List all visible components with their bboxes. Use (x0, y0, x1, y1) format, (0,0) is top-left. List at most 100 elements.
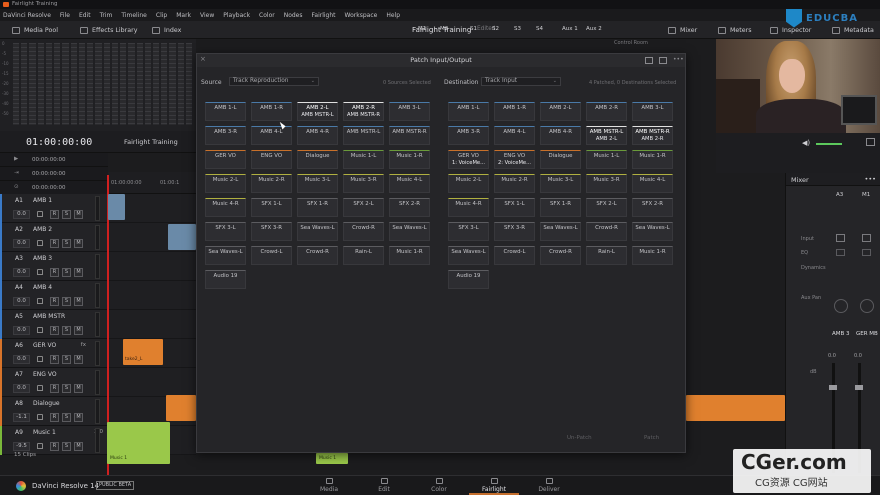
effects-library-button[interactable]: Effects Library (80, 25, 137, 35)
audio-clip[interactable] (168, 224, 196, 250)
track-header[interactable]: A1 AMB 1 0.0 R S M (0, 194, 108, 223)
lock-icon[interactable] (37, 269, 43, 275)
patch-button[interactable]: AMB 1-L (448, 102, 489, 121)
more-options-icon[interactable]: ••• (673, 56, 684, 63)
mixer-pan-knob[interactable] (860, 299, 874, 313)
patch-button[interactable]: Sea Waves-L (448, 246, 489, 265)
mute-button[interactable]: M (74, 239, 83, 248)
patch-button[interactable]: SFX 2-R (389, 198, 430, 217)
patch-button[interactable]: Music 2-L (448, 174, 489, 193)
record-arm-button[interactable]: R (50, 413, 59, 422)
track-lane[interactable] (108, 368, 196, 397)
track-volume-field[interactable]: -1.1 (13, 413, 30, 422)
track-header[interactable]: A6 GER VO fx 0.0 R S M (0, 339, 108, 368)
track-header[interactable]: A8 Dialogue -1.1 R S M (0, 397, 108, 426)
bus-button[interactable]: Aux 2 (586, 26, 602, 32)
patch-button[interactable]: Music 1-R (389, 150, 430, 169)
track-header[interactable]: A9Music 12.0-9.5RSM (0, 426, 108, 455)
record-arm-button[interactable]: R (50, 442, 59, 451)
track-name[interactable]: AMB 1 (33, 197, 52, 204)
menu-item[interactable]: File (60, 12, 70, 19)
patch-button[interactable]: Music 1-R (632, 150, 673, 169)
solo-button[interactable]: S (62, 268, 71, 277)
speaker-icon[interactable]: ◀) (802, 139, 810, 147)
patch-button[interactable]: Crowd-R (540, 246, 581, 265)
mute-button[interactable]: M (74, 326, 83, 335)
bus-button[interactable]: S4 (536, 26, 543, 32)
track-header[interactable]: A4 AMB 4 0.0 R S M (0, 281, 108, 310)
audio-clip-take2[interactable]: take2_L (123, 339, 163, 365)
patch-button[interactable]: SFX 2-R (632, 198, 673, 217)
patch-button[interactable]: AMB 2-L AMB MSTR-L (297, 102, 338, 121)
track-lane[interactable] (108, 252, 196, 281)
track-name[interactable]: AMB MSTR (33, 313, 65, 320)
patch-button[interactable]: SFX 1-R (540, 198, 581, 217)
solo-button[interactable]: S (62, 210, 71, 219)
patch-button[interactable]: Crowd-R (343, 222, 384, 241)
patch-button[interactable]: Music 3-L (540, 174, 581, 193)
patch-button[interactable]: Sea Waves-L (205, 246, 246, 265)
bus-button[interactable]: Aux 1 (562, 26, 578, 32)
patch-button[interactable]: SFX 3-R (494, 222, 535, 241)
audio-clip-music[interactable]: Music 1 (107, 422, 170, 464)
patch-button[interactable]: AMB 3-R (448, 126, 489, 145)
patch-button[interactable]: Rain-L (586, 246, 627, 265)
patch-button[interactable]: AMB MSTR-R AMB 2-R (632, 126, 673, 145)
more-options-icon[interactable]: ••• (864, 175, 876, 183)
track-volume-field[interactable]: 0.0 (13, 384, 30, 393)
menu-item[interactable]: Trim (100, 12, 113, 19)
patch-button[interactable]: AMB 4-L (494, 126, 535, 145)
lock-icon[interactable] (37, 240, 43, 246)
mixer-toggle-button[interactable]: Mixer (668, 25, 697, 35)
list-view-icon[interactable] (659, 57, 667, 64)
patch-button[interactable]: AMB 3-R (205, 126, 246, 145)
grid-view-icon[interactable] (645, 57, 653, 64)
patch-button[interactable]: AMB 1-L (205, 102, 246, 121)
mute-button[interactable]: M (74, 297, 83, 306)
patch-button[interactable]: Sea Waves-L (389, 222, 430, 241)
patch-button[interactable]: Music 4-L (632, 174, 673, 193)
patch-button[interactable]: Audio 19 (448, 270, 489, 289)
patch-button[interactable]: ENG VO 2: VoiceMe... (494, 150, 535, 169)
patch-button[interactable]: Music 3-R (586, 174, 627, 193)
bus-button[interactable]: S2 (492, 26, 499, 32)
solo-button[interactable]: S (62, 297, 71, 306)
patch-button[interactable]: SFX 3-R (251, 222, 292, 241)
patch-button[interactable]: SFX 2-L (586, 198, 627, 217)
audio-clip[interactable] (686, 395, 785, 421)
patch-button[interactable]: Crowd-L (251, 246, 292, 265)
bus-button[interactable]: S3 (514, 26, 521, 32)
bus-button[interactable]: M1 (418, 26, 426, 32)
patch-button[interactable]: Crowd-L (494, 246, 535, 265)
patch-button[interactable]: Music 1-R (632, 246, 673, 265)
patch-button[interactable]: Music 4-L (389, 174, 430, 193)
patch-button[interactable]: Sea Waves-L (297, 222, 338, 241)
track-name[interactable]: ENG VO (33, 371, 57, 378)
patch-button[interactable]: AMB 4-R (297, 126, 338, 145)
mixer-input-button[interactable] (862, 234, 871, 242)
patch-button[interactable]: Audio 19 (205, 270, 246, 289)
patch-button[interactable]: Music 1-R (389, 246, 430, 265)
patch-button[interactable]: SFX 3-L (448, 222, 489, 241)
mute-button[interactable]: M (74, 210, 83, 219)
patch-button[interactable]: AMB 2-R AMB MSTR-R (343, 102, 384, 121)
page-tab-fairlight[interactable]: Fairlight (469, 478, 519, 495)
track-lane[interactable] (108, 281, 196, 310)
patch-button[interactable]: SFX 2-L (343, 198, 384, 217)
track-fx-indicator[interactable]: fx (81, 342, 86, 348)
patch-button[interactable]: AMB 3-L (389, 102, 430, 121)
audio-clip[interactable] (166, 395, 196, 421)
volume-slider[interactable] (816, 143, 842, 145)
patch-button[interactable]: AMB 4-R (540, 126, 581, 145)
mute-button[interactable]: M (74, 268, 83, 277)
page-tab-media[interactable]: Media (304, 478, 354, 495)
patch-button[interactable]: Music 4-R (448, 198, 489, 217)
mixer-eq-button[interactable] (836, 249, 845, 256)
menu-item[interactable]: Nodes (284, 12, 303, 19)
menu-item[interactable]: Workspace (345, 12, 378, 19)
record-arm-button[interactable]: R (50, 239, 59, 248)
page-tab-deliver[interactable]: Deliver (524, 478, 574, 495)
patch-button[interactable]: GER VO 1: VoiceMe... (448, 150, 489, 169)
menu-item[interactable]: Color (259, 12, 275, 19)
track-volume-field[interactable]: 0.0 (13, 210, 30, 219)
